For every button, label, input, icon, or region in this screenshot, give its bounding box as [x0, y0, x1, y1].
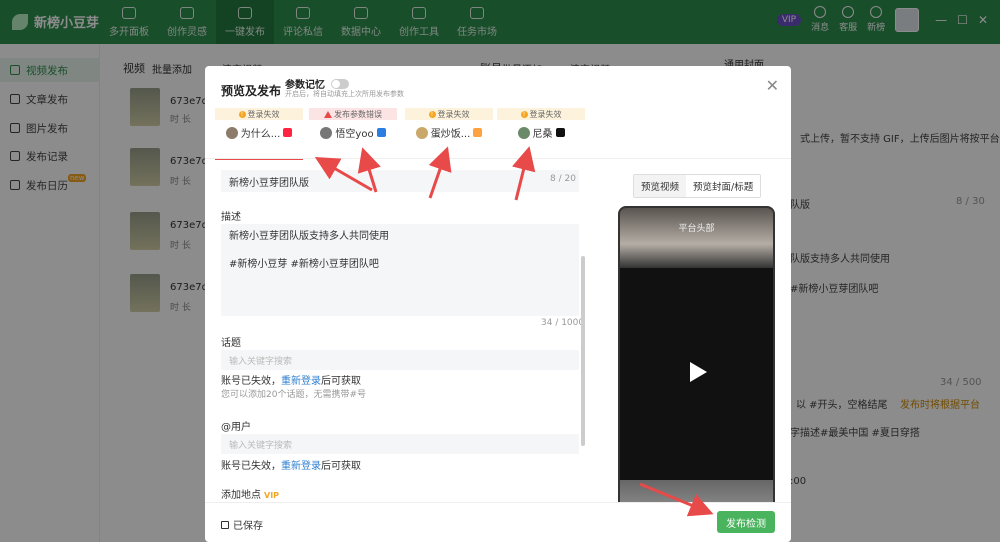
preview-publish-modal: 预览及发布 参数记忆 开启后，将自动填充上次所用发布参数 ✕ ! 登录失效 为什么…	[205, 66, 791, 542]
warning-icon: !	[238, 110, 246, 118]
status-badge: ! 登录失效	[497, 108, 585, 120]
description-textarea[interactable]: 新榜小豆芽团队版支持多人共同使用 #新榜小豆芽 #新榜小豆芽团队吧	[221, 224, 579, 316]
publish-check-button[interactable]: 发布检测	[717, 511, 775, 533]
account-name: 悟空yoo	[335, 129, 374, 140]
preview-tabs: 预览视频 预览封面/标题	[633, 174, 762, 198]
mention-label: @用户	[221, 422, 251, 433]
account-name: 尼桑	[532, 129, 553, 140]
account-tab[interactable]: ! 登录失效 为什么...	[215, 108, 303, 160]
platform-header: 平台头部	[678, 224, 715, 234]
relogin-link[interactable]: 重新登录	[281, 376, 321, 387]
topic-label: 话题	[221, 338, 241, 349]
phone-preview: 平台头部	[618, 206, 775, 516]
vip-badge: VIP	[264, 491, 280, 500]
title-input[interactable]: 新榜小豆芽团队版	[221, 170, 579, 192]
status-badge: ! 登录失效	[405, 108, 493, 120]
param-memory-toggle[interactable]	[331, 78, 349, 89]
title-count: 8 / 20	[550, 174, 576, 184]
warning-icon: !	[428, 110, 436, 118]
relogin-link[interactable]: 重新登录	[281, 461, 321, 472]
douyin-icon	[555, 128, 565, 137]
preview-image	[620, 208, 773, 268]
account-name: 蛋炒饭...	[430, 129, 471, 140]
location-label: 添加地点 VIP	[221, 490, 280, 501]
scrollbar[interactable]	[581, 256, 585, 446]
play-icon[interactable]	[690, 362, 707, 382]
tab-preview-video[interactable]: 预览视频	[634, 175, 687, 197]
desc-count: 34 / 1000	[541, 318, 585, 328]
platform-icon	[473, 128, 483, 137]
avatar	[225, 126, 238, 139]
mention-search-input[interactable]: 输入关键字搜索	[221, 434, 579, 454]
mention-relogin-msg: 账号已失效，重新登录后可获取	[221, 461, 361, 472]
topic-hint: 您可以添加20个话题，无需携带#号	[221, 390, 366, 400]
account-tab[interactable]: 发布参数错误 悟空yoo	[309, 108, 397, 160]
saved-status: 已保存	[221, 517, 263, 532]
error-icon	[324, 110, 332, 118]
divider	[205, 158, 791, 159]
avatar	[517, 126, 530, 139]
account-tab[interactable]: ! 登录失效 尼桑	[497, 108, 585, 160]
warning-icon: !	[520, 110, 528, 118]
topic-search-input[interactable]: 输入关键字搜索	[221, 350, 579, 370]
topic-relogin-msg: 账号已失效，重新登录后可获取	[221, 376, 361, 387]
desc-line: #新榜小豆芽 #新榜小豆芽团队吧	[229, 259, 379, 270]
save-icon	[221, 520, 229, 529]
account-tab[interactable]: ! 登录失效 蛋炒饭...	[405, 108, 493, 160]
close-icon[interactable]: ✕	[766, 76, 779, 95]
avatar	[320, 126, 333, 139]
modal-footer: 已保存 发布检测	[205, 502, 791, 542]
modal-title: 预览及发布	[221, 84, 282, 98]
desc-label: 描述	[221, 212, 241, 223]
status-badge: 发布参数错误	[309, 108, 397, 120]
desc-line: 新榜小豆芽团队版支持多人共同使用	[229, 231, 389, 242]
platform-icon	[376, 128, 386, 137]
tab-preview-cover[interactable]: 预览封面/标题	[686, 175, 760, 197]
avatar	[415, 126, 428, 139]
status-badge: ! 登录失效	[215, 108, 303, 120]
param-memory-hint: 开启后，将自动填充上次所用发布参数	[285, 90, 404, 98]
xiaohongshu-icon	[283, 128, 293, 137]
account-name: 为什么...	[240, 129, 281, 140]
